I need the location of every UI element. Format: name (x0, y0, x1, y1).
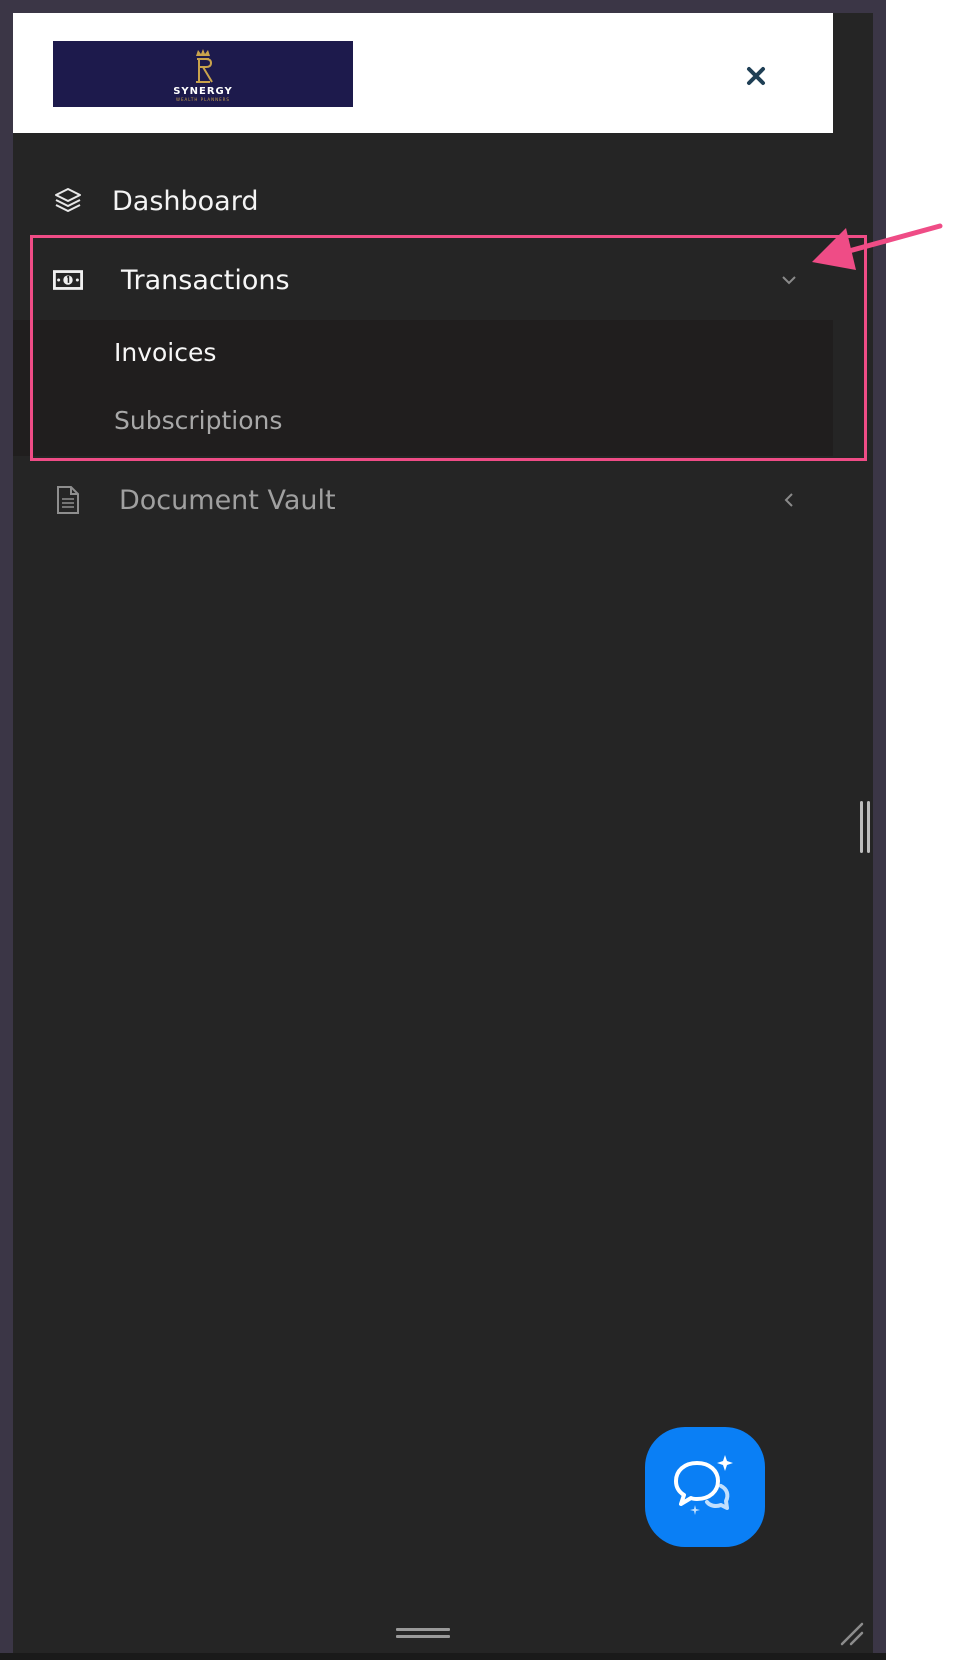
document-icon (53, 485, 83, 515)
sidebar-item-label: Document Vault (119, 484, 336, 516)
bottom-drag-handle[interactable] (396, 1628, 450, 1642)
sidebar-item-dashboard[interactable]: Dashboard (13, 175, 833, 227)
sidebar-item-transactions[interactable]: Transactions (13, 240, 833, 320)
chevron-left-icon[interactable] (777, 488, 801, 512)
brand-name: SYNERGY (173, 85, 233, 97)
crown-monogram-icon (196, 48, 213, 83)
close-icon (747, 67, 765, 85)
sidebar-item-document-vault[interactable]: Document Vault (13, 473, 833, 527)
resize-grip-icon[interactable] (838, 1620, 864, 1646)
close-menu-button[interactable] (741, 61, 771, 91)
sidebar-menu-panel: SYNERGY WEALTH PLANNERS Dashboard Transa… (13, 13, 873, 1653)
layers-icon (53, 186, 83, 216)
menu-header: SYNERGY WEALTH PLANNERS (13, 13, 833, 133)
sidebar-item-label: Transactions (121, 264, 290, 296)
chevron-down-icon[interactable] (777, 268, 801, 292)
chat-sparkle-icon (674, 1455, 733, 1515)
money-bill-icon (53, 265, 83, 295)
panel-scrollbar-handle[interactable] (859, 801, 871, 853)
brand-tagline: WEALTH PLANNERS (176, 96, 230, 102)
transactions-submenu: Invoices Subscriptions (13, 320, 833, 456)
window-bottom-strip (0, 1653, 886, 1660)
chat-assistant-button[interactable] (645, 1427, 765, 1547)
submenu-item-invoices[interactable]: Invoices (114, 338, 216, 367)
sidebar-item-label: Dashboard (112, 185, 259, 217)
brand-logo[interactable]: SYNERGY WEALTH PLANNERS (53, 41, 353, 107)
submenu-item-subscriptions[interactable]: Subscriptions (114, 406, 282, 435)
